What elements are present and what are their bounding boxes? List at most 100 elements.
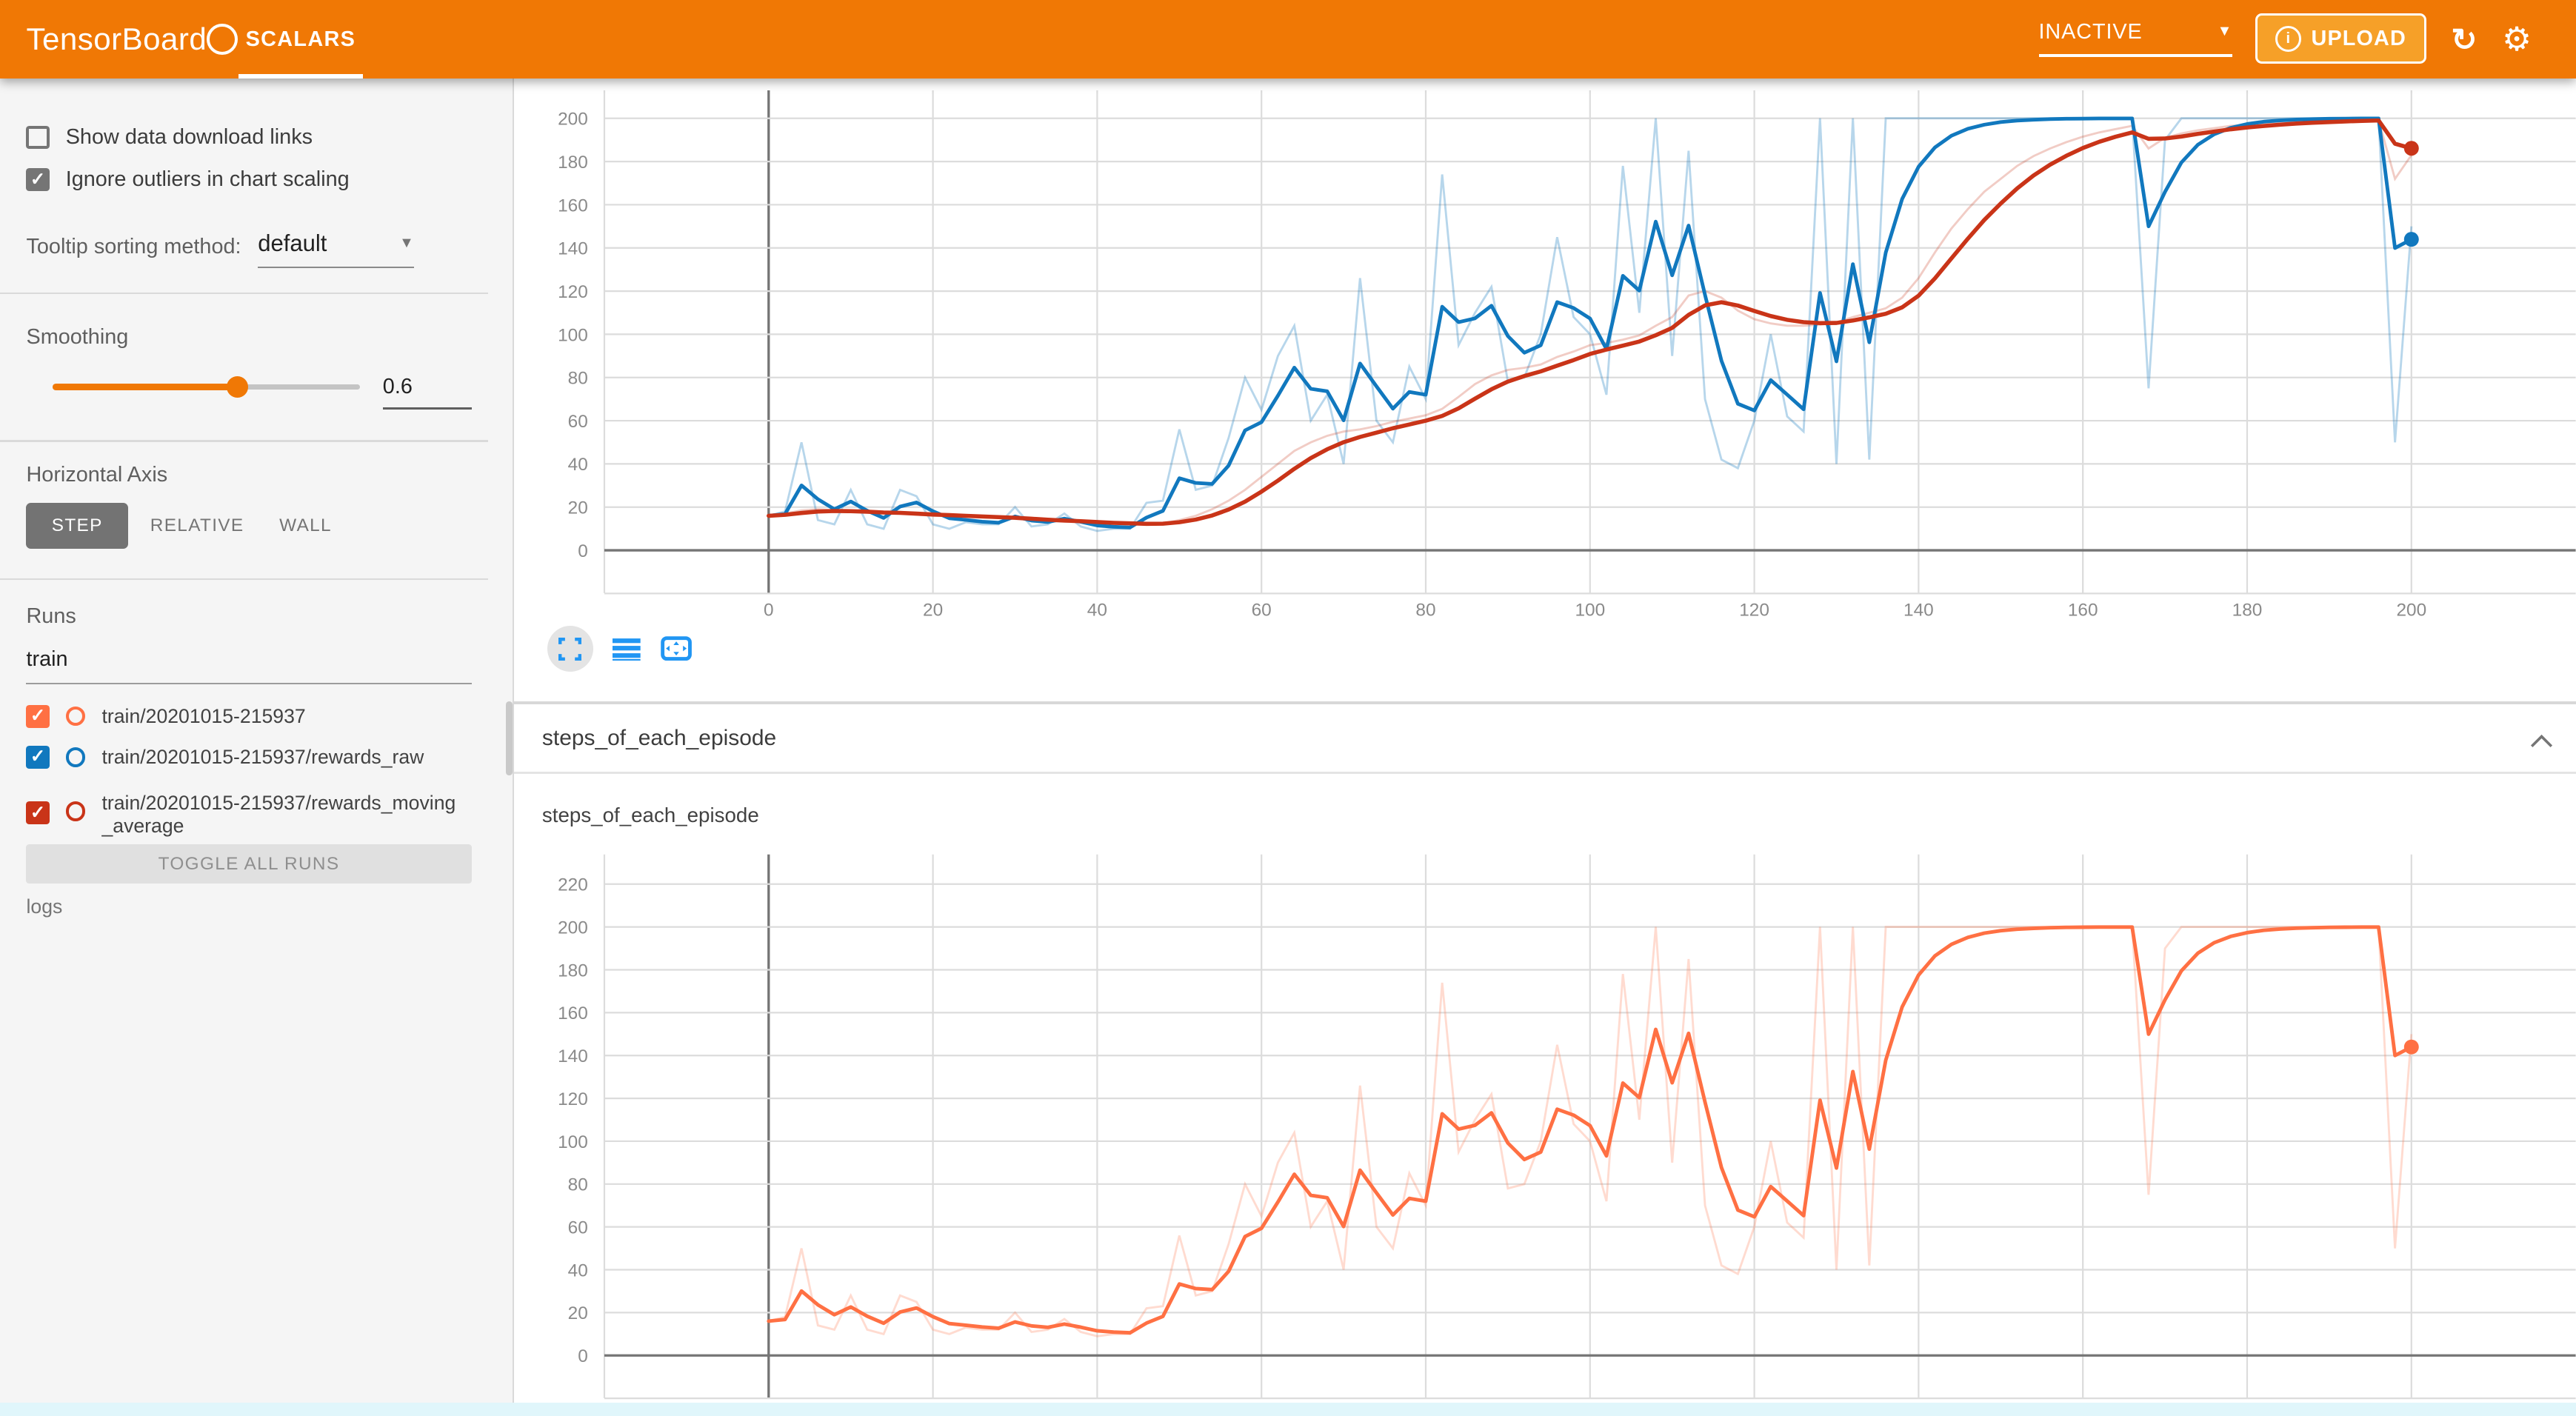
smoothing-label: Smoothing [26,325,128,350]
run-row[interactable]: ✓ train/20201015-215937 [26,705,305,728]
svg-text:200: 200 [558,110,588,130]
tensorboard-app: { "header": { "app_title": "TensorBoard"… [0,0,2576,1416]
axis-step-button[interactable]: STEP [26,503,128,549]
fit-domain-button[interactable] [661,636,692,661]
section-title: steps_of_each_episode [542,726,776,751]
ignore-outliers-row[interactable]: ✓ Ignore outliers in chart scaling [26,167,349,192]
svg-text:180: 180 [558,961,588,981]
svg-text:40: 40 [568,1260,588,1280]
chart-toolbar [547,626,692,672]
rewards-chart[interactable]: 0 20 40 60 80 100 120 140 160 180 200 0 20 40 60 80 100 1… [514,90,2576,641]
help-icon[interactable] [207,24,238,55]
tooltip-sort-dropdown[interactable]: default ▼ [258,230,414,268]
svg-text:220: 220 [558,875,588,895]
app-title: TensorBoard [26,21,207,57]
refresh-icon[interactable]: ↻ [2441,0,2487,79]
svg-text:160: 160 [558,196,588,216]
active-tab-indicator [238,74,364,79]
svg-text:20: 20 [568,1303,588,1323]
section-header[interactable]: steps_of_each_episode [514,705,2576,772]
run-checkbox[interactable]: ✓ [26,705,49,728]
svg-text:120: 120 [558,282,588,302]
svg-text:100: 100 [1575,601,1606,621]
svg-text:140: 140 [1903,601,1934,621]
svg-text:140: 140 [558,1046,588,1066]
svg-text:120: 120 [1739,601,1769,621]
ignore-outliers-label: Ignore outliers in chart scaling [66,167,350,192]
steps-of-each-episode-chart[interactable]: 020406080100120140160180200220 [514,841,2576,1416]
status-dropdown[interactable]: INACTIVE ▼ [2039,20,2233,57]
svg-text:80: 80 [568,1175,588,1195]
run-label: train/20201015-215937/rewards_moving_ave… [101,792,466,838]
tooltip-sort-value: default [258,230,327,257]
svg-text:20: 20 [923,601,943,621]
status-dropdown-value: INACTIVE [2039,20,2143,44]
settings-gear-icon[interactable]: ⚙ [2494,0,2540,79]
ignore-outliers-checkbox[interactable]: ✓ [26,168,49,191]
svg-text:100: 100 [558,1132,588,1152]
divider [0,578,488,580]
svg-text:40: 40 [1087,601,1107,621]
axis-relative-button[interactable]: RELATIVE [144,503,250,549]
smoothing-slider-thumb[interactable] [227,376,248,398]
fit-icon [661,636,692,661]
run-color-swatch [66,801,86,821]
smoothing-slider-fill [53,384,238,390]
bottom-highlight-strip [0,1403,2576,1416]
tooltip-sort-label: Tooltip sorting method: [26,235,241,259]
axis-wall-button[interactable]: WALL [266,503,344,549]
run-color-swatch [66,707,86,727]
fullscreen-icon [558,638,581,661]
svg-text:100: 100 [558,325,588,345]
divider [0,293,488,294]
run-label: train/20201015-215937 [101,705,305,728]
svg-text:80: 80 [1416,601,1436,621]
run-checkbox[interactable]: ✓ [26,801,49,824]
svg-text:60: 60 [568,412,588,432]
app-header: TensorBoard SCALARS INACTIVE ▼ i UPLOAD … [0,0,2576,79]
main-content: 0204060801001201401601802000204060801001… [514,79,2576,1415]
toggle-all-runs-button[interactable]: TOGGLE ALL RUNS [26,844,471,884]
svg-text:160: 160 [2068,601,2098,621]
table-icon [613,638,641,661]
svg-text:200: 200 [2397,601,2427,621]
runs-footer-text: logs [26,895,62,918]
svg-text:0: 0 [578,1346,588,1366]
divider [514,772,2576,773]
svg-text:80: 80 [568,369,588,389]
runs-filter-input[interactable]: train [26,647,471,685]
run-row[interactable]: ✓ train/20201015-215937/rewards_raw [26,746,424,769]
svg-text:60: 60 [1252,601,1272,621]
svg-text:40: 40 [568,455,588,475]
svg-text:60: 60 [568,1218,588,1238]
info-icon: i [2275,26,2301,52]
show-download-links-row[interactable]: Show data download links [26,125,313,150]
tab-scalars[interactable]: SCALARS [238,0,364,79]
upload-button[interactable]: i UPLOAD [2255,13,2426,64]
run-label: train/20201015-215937/rewards_raw [101,746,424,769]
chart-card-title: steps_of_each_episode [542,804,759,827]
svg-text:180: 180 [558,153,588,173]
run-checkbox[interactable]: ✓ [26,746,49,769]
expand-chart-button[interactable] [547,626,593,672]
svg-text:0: 0 [578,541,588,561]
tab-scalars-label: SCALARS [246,27,356,52]
show-download-links-checkbox[interactable] [26,126,49,149]
svg-text:20: 20 [568,498,588,518]
svg-text:140: 140 [558,239,588,259]
chevron-up-icon[interactable] [2530,726,2553,756]
svg-text:160: 160 [558,1003,588,1023]
upload-button-label: UPLOAD [2312,27,2406,51]
chevron-down-icon: ▼ [2218,24,2233,39]
smoothing-value-input[interactable]: 0.6 [383,375,472,410]
run-color-swatch [66,747,86,767]
runs-label: Runs [26,604,76,629]
data-table-button[interactable] [613,638,641,661]
svg-text:0: 0 [764,601,774,621]
svg-text:200: 200 [558,918,588,938]
sidebar-scrollbar[interactable] [506,701,513,775]
run-row[interactable]: ✓ train/20201015-215937/rewards_moving_a… [26,792,466,838]
settings-sidebar: Show data download links ✓ Ignore outlie… [0,79,514,1415]
divider [0,440,488,441]
svg-text:180: 180 [2232,601,2263,621]
